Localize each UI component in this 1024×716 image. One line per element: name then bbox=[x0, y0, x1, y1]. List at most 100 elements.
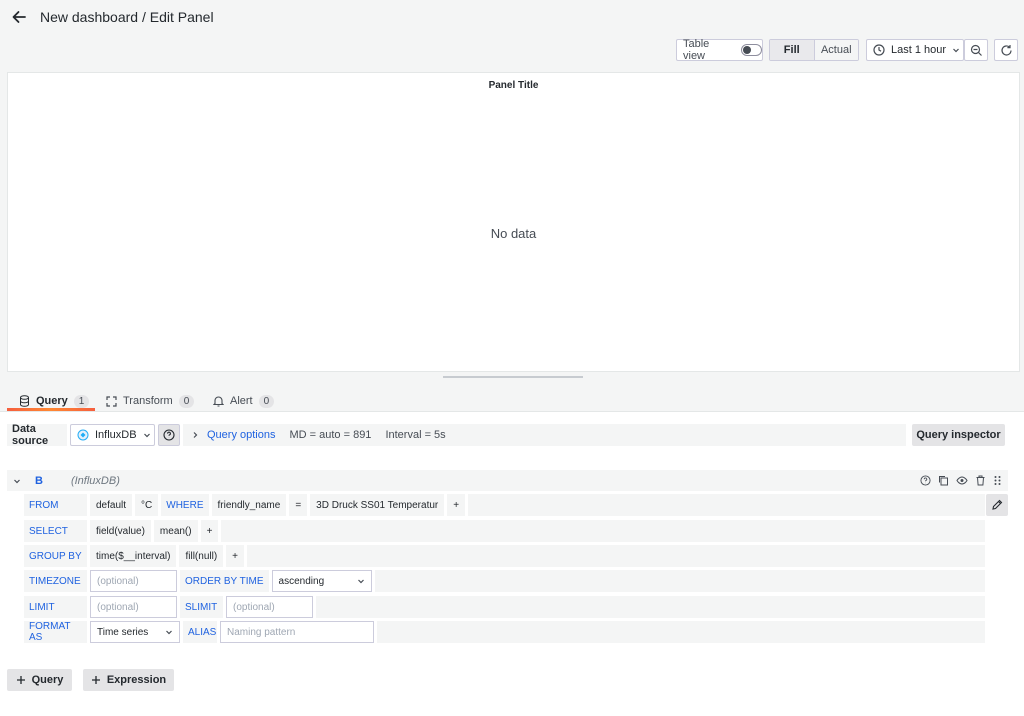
data-source-value: InfluxDB bbox=[95, 429, 137, 441]
where-value-segment[interactable]: 3D Druck SS01 Temperatur bbox=[310, 494, 445, 516]
page-title: New dashboard / Edit Panel bbox=[40, 9, 214, 25]
add-group-by-button[interactable]: + bbox=[226, 545, 244, 567]
limit-input[interactable]: (optional) bbox=[90, 596, 177, 618]
toggle-switch[interactable] bbox=[740, 44, 762, 56]
back-arrow-icon[interactable] bbox=[10, 8, 28, 26]
eye-icon[interactable] bbox=[956, 475, 968, 486]
alias-input[interactable]: Naming pattern bbox=[220, 621, 374, 643]
interval-info: Interval = 5s bbox=[385, 429, 446, 441]
slimit-keyword: SLIMIT bbox=[180, 596, 223, 618]
timezone-keyword: TIMEZONE bbox=[24, 570, 87, 592]
row-filler bbox=[221, 520, 985, 542]
from-keyword: FROM bbox=[24, 494, 87, 516]
add-query-button[interactable]: Query bbox=[7, 669, 72, 691]
query-options-link[interactable]: Query options bbox=[207, 429, 275, 441]
row-filler bbox=[374, 570, 985, 592]
row-filler bbox=[377, 621, 985, 643]
data-source-picker[interactable]: InfluxDB bbox=[70, 424, 155, 446]
help-icon[interactable] bbox=[920, 475, 931, 486]
transform-icon bbox=[106, 395, 117, 407]
query-row-actions bbox=[920, 475, 1002, 486]
where-operator-segment[interactable]: = bbox=[289, 494, 308, 516]
actual-option[interactable]: Actual bbox=[814, 40, 858, 60]
query-datasource-name: (InfluxDB) bbox=[70, 474, 120, 487]
trash-icon[interactable] bbox=[975, 475, 986, 486]
add-expression-label: Expression bbox=[106, 674, 167, 686]
row-filler bbox=[247, 545, 985, 567]
bell-icon bbox=[213, 395, 224, 407]
slimit-input[interactable]: (optional) bbox=[226, 596, 313, 618]
chevron-down-icon bbox=[357, 577, 365, 585]
order-by-time-keyword: ORDER BY TIME bbox=[180, 570, 269, 592]
where-tag-segment[interactable]: friendly_name bbox=[211, 494, 287, 516]
tab-divider bbox=[0, 411, 1024, 412]
select-field-segment[interactable]: field(value) bbox=[90, 520, 151, 542]
collapse-chevron-icon[interactable] bbox=[13, 477, 21, 485]
select-aggregation-segment[interactable]: mean() bbox=[153, 520, 198, 542]
duplicate-icon[interactable] bbox=[938, 475, 949, 486]
order-by-time-select[interactable]: ascending bbox=[271, 570, 372, 592]
plus-icon bbox=[91, 675, 101, 685]
measurement-segment[interactable]: °C bbox=[135, 494, 159, 516]
query-row-header[interactable]: B (InfluxDB) bbox=[7, 470, 1008, 491]
tab-count-badge: 0 bbox=[258, 394, 275, 408]
data-source-help-button[interactable] bbox=[158, 424, 180, 446]
format-as-select[interactable]: Time series bbox=[90, 621, 180, 643]
add-select-button[interactable]: + bbox=[200, 520, 219, 542]
group-by-keyword: GROUP BY bbox=[24, 545, 87, 567]
group-by-fill-segment[interactable]: fill(null) bbox=[179, 545, 224, 567]
from-row: FROM default °C WHERE friendly_name = 3D… bbox=[24, 494, 985, 516]
time-range-picker[interactable]: Last 1 hour bbox=[866, 39, 964, 61]
data-source-label: Data source bbox=[7, 423, 67, 447]
pencil-icon bbox=[991, 499, 1003, 511]
query-ref-id[interactable]: B bbox=[35, 475, 43, 487]
add-expression-button[interactable]: Expression bbox=[83, 669, 174, 691]
row-filler bbox=[468, 494, 985, 516]
chevron-down-icon bbox=[165, 628, 173, 636]
tab-count-badge: 1 bbox=[73, 394, 90, 408]
timezone-input[interactable]: (optional) bbox=[90, 570, 177, 592]
fill-actual-radio-group: Fill Actual bbox=[769, 39, 859, 61]
drag-handle-icon[interactable] bbox=[993, 475, 1002, 486]
pane-resize-handle[interactable] bbox=[443, 376, 583, 378]
select-keyword: SELECT bbox=[24, 520, 87, 542]
group-by-time-segment[interactable]: time($__interval) bbox=[90, 545, 177, 567]
alias-keyword: ALIAS bbox=[183, 621, 217, 643]
panel-preview: Panel Title No data bbox=[7, 72, 1020, 372]
tab-transform[interactable]: Transform 0 bbox=[106, 390, 195, 412]
add-where-button[interactable]: + bbox=[447, 494, 466, 516]
fill-option[interactable]: Fill bbox=[770, 40, 815, 60]
refresh-button[interactable] bbox=[994, 39, 1018, 61]
table-view-label: Table view bbox=[683, 38, 710, 62]
tab-label: Transform bbox=[123, 395, 173, 407]
select-row: SELECT field(value) mean() + bbox=[24, 520, 985, 542]
tab-count-badge: 0 bbox=[178, 394, 195, 408]
no-data-message: No data bbox=[490, 226, 537, 241]
tab-label: Query bbox=[36, 395, 68, 407]
query-inspector-button[interactable]: Query inspector bbox=[912, 424, 1005, 446]
row-filler bbox=[316, 596, 985, 618]
chevron-down-icon bbox=[952, 46, 960, 54]
zoom-out-button[interactable] bbox=[964, 39, 988, 61]
retention-policy-segment[interactable]: default bbox=[90, 494, 133, 516]
limit-row: LIMIT (optional) SLIMIT (optional) bbox=[24, 596, 985, 618]
refresh-icon bbox=[1000, 44, 1013, 57]
add-query-label: Query bbox=[31, 674, 64, 686]
database-icon bbox=[19, 395, 30, 407]
plus-icon bbox=[16, 675, 26, 685]
tab-label: Alert bbox=[230, 395, 253, 407]
influxdb-logo-icon bbox=[77, 429, 89, 441]
time-range-label: Last 1 hour bbox=[891, 44, 947, 56]
zoom-out-icon bbox=[970, 44, 983, 57]
format-as-keyword: FORMAT AS bbox=[24, 621, 87, 643]
toggle-raw-query-button[interactable] bbox=[986, 494, 1008, 516]
query-options-bar[interactable]: Query options MD = auto = 891 Interval =… bbox=[183, 424, 906, 446]
timezone-row: TIMEZONE (optional) ORDER BY TIME ascend… bbox=[24, 570, 985, 592]
panel-title[interactable]: Panel Title bbox=[8, 80, 1019, 91]
format-as-value: Time series bbox=[97, 626, 149, 638]
tab-alert[interactable]: Alert 0 bbox=[213, 390, 275, 412]
limit-keyword: LIMIT bbox=[24, 596, 87, 618]
chevron-down-icon bbox=[143, 431, 151, 439]
max-data-points-info: MD = auto = 891 bbox=[289, 429, 372, 441]
table-view-toggle[interactable]: Table view bbox=[676, 38, 763, 62]
